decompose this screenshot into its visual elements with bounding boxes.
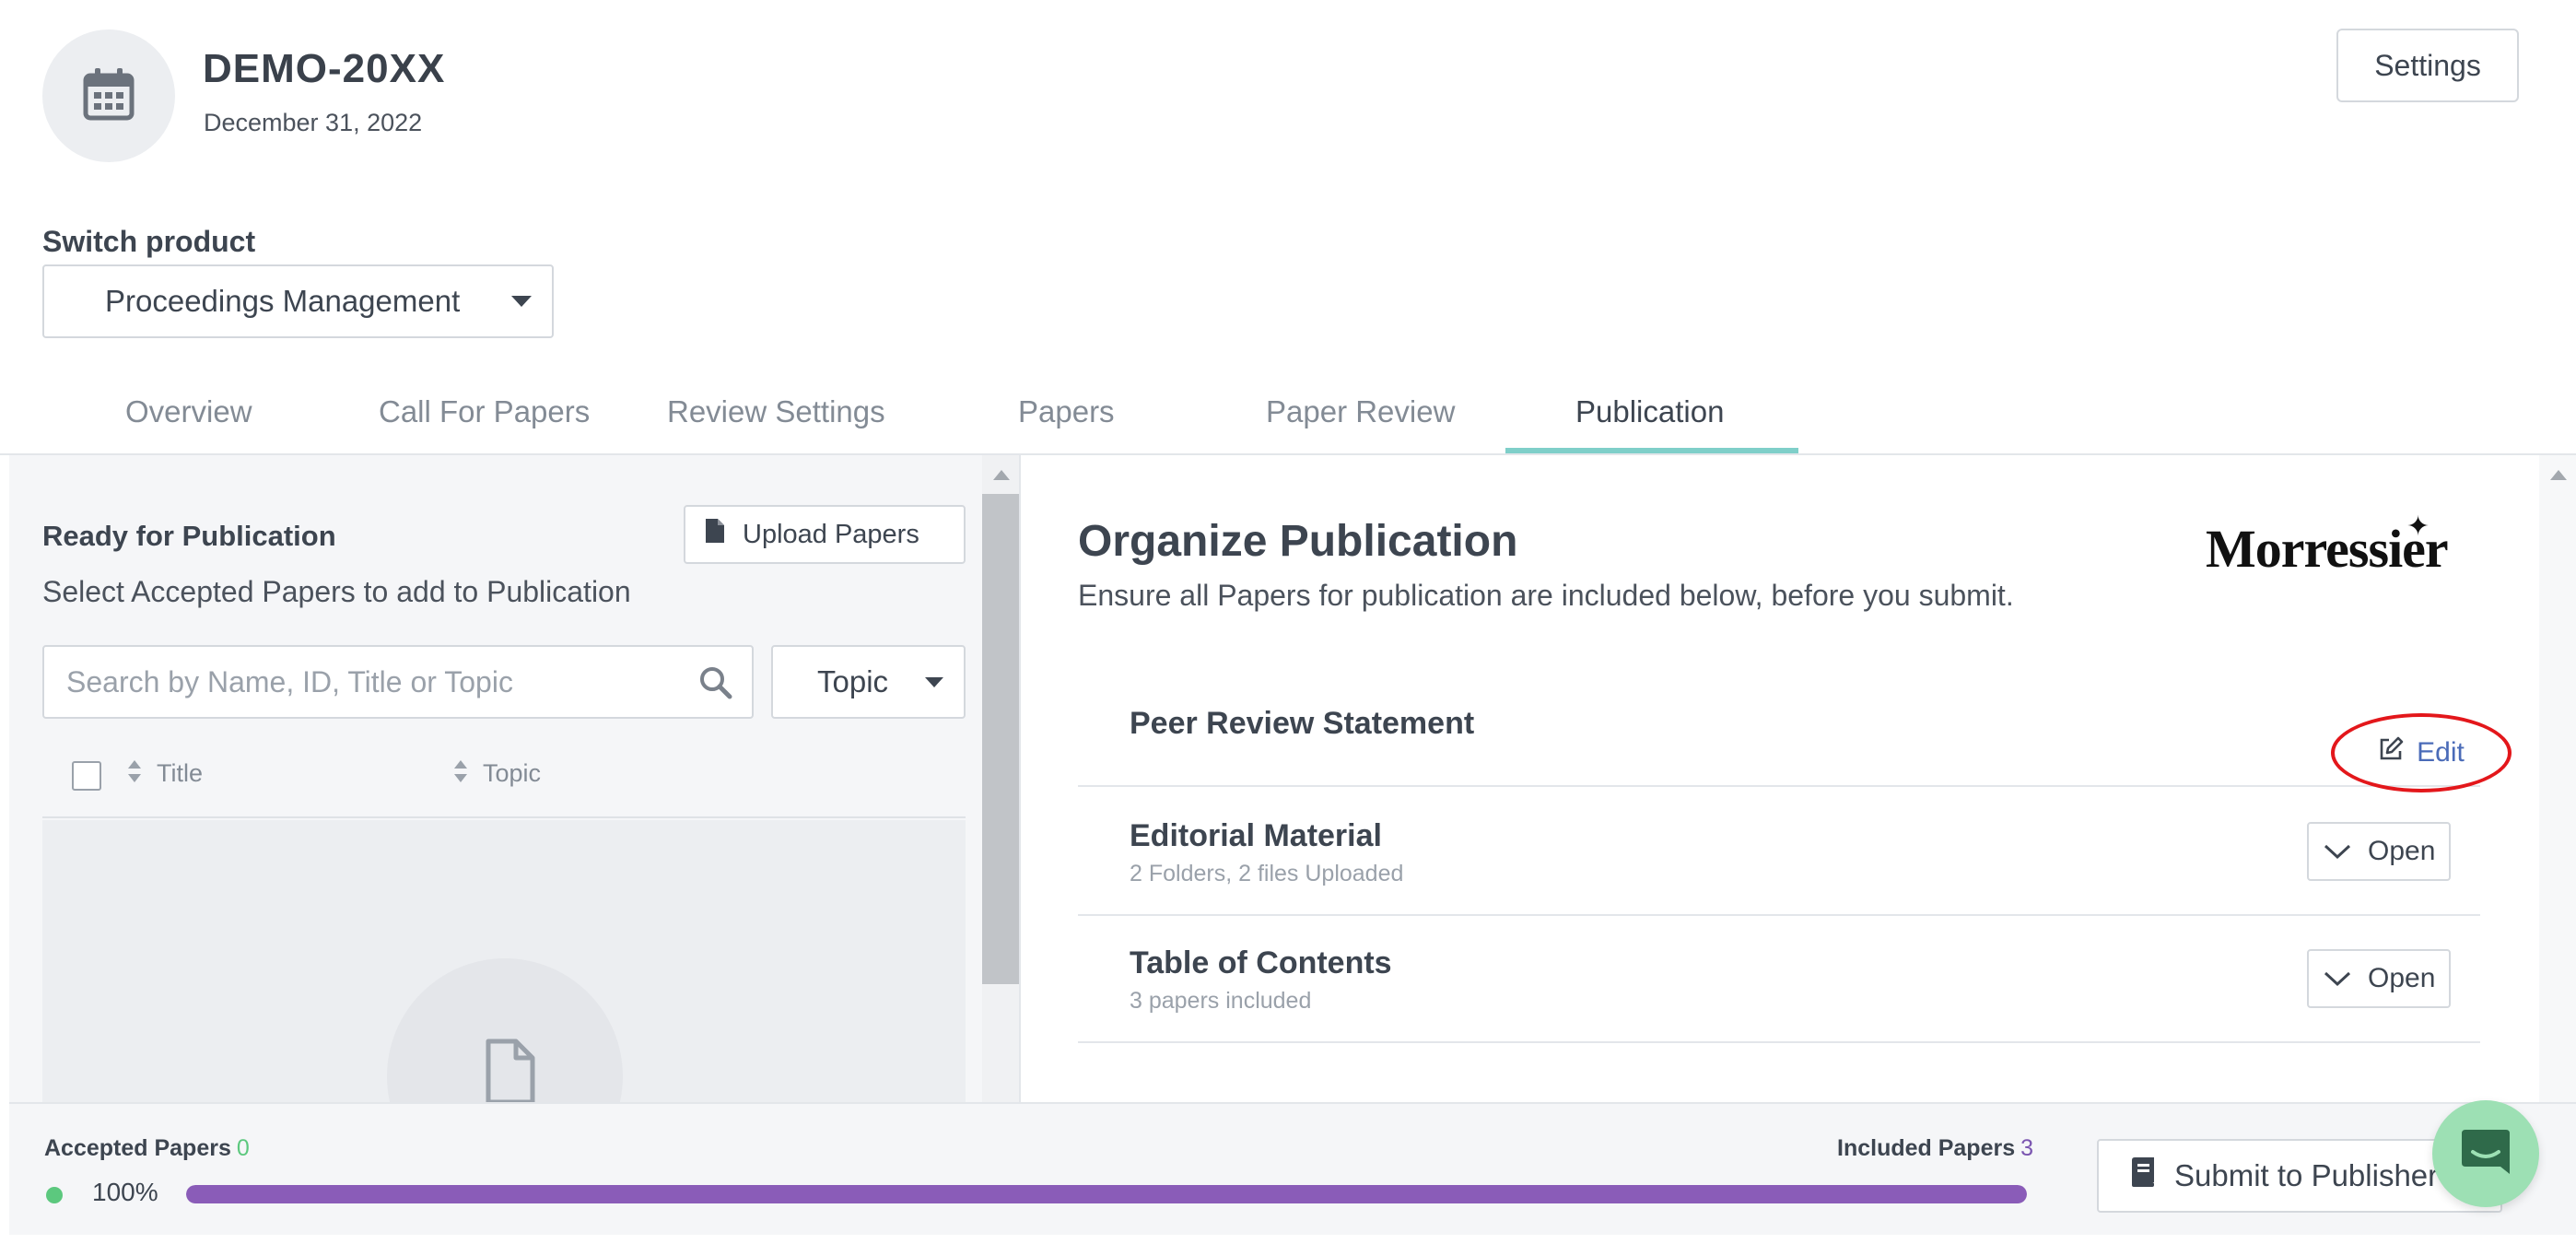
calendar-icon bbox=[83, 66, 135, 126]
select-all-checkbox[interactable] bbox=[72, 761, 101, 791]
sort-icon[interactable] bbox=[127, 759, 142, 783]
tab-publication[interactable]: Publication bbox=[1575, 394, 1724, 429]
scrollbar-thumb[interactable] bbox=[982, 494, 1019, 984]
accepted-papers-label: Accepted Papers 0 bbox=[44, 1135, 250, 1162]
table-header: Title Topic bbox=[42, 739, 966, 818]
organize-publication-subtitle: Ensure all Papers for publication are in… bbox=[1078, 579, 2014, 612]
page-header: DEMO-20XX December 31, 2022 Settings bbox=[0, 0, 2576, 184]
open-label: Open bbox=[2368, 963, 2436, 993]
panel-divider bbox=[1019, 455, 1021, 1102]
section-meta: 2 Folders, 2 files Uploaded bbox=[1130, 861, 1404, 886]
search-box bbox=[42, 645, 754, 719]
section-row: Editorial Material 2 Folders, 2 files Up… bbox=[1078, 787, 2480, 916]
product-select-value: Proceedings Management bbox=[105, 284, 461, 318]
organize-publication-title: Organize Publication bbox=[1078, 517, 1518, 566]
progress-percent: 100% bbox=[92, 1178, 158, 1206]
active-tab-indicator bbox=[1505, 448, 1798, 453]
included-papers-label: Included Papers 3 bbox=[1837, 1135, 2034, 1162]
tab-paper-review[interactable]: Paper Review bbox=[1266, 394, 1455, 429]
sort-icon[interactable] bbox=[453, 759, 468, 783]
empty-table-body bbox=[42, 820, 966, 1102]
tab-bar: Overview Call For Papers Review Settings… bbox=[0, 378, 2576, 455]
section-row: Table of Contents 3 papers included Open bbox=[1078, 916, 2480, 1043]
event-title: DEMO-20XX bbox=[203, 46, 446, 91]
ready-for-publication-panel: Ready for Publication Select Accepted Pa… bbox=[9, 455, 982, 1102]
progress-bar-fill bbox=[186, 1185, 2027, 1203]
section-title: Editorial Material bbox=[1130, 818, 1382, 853]
open-label: Open bbox=[2368, 836, 2436, 866]
publication-footer: Accepted Papers 0 100% Included Papers 3 S… bbox=[9, 1102, 2576, 1235]
tab-review-settings[interactable]: Review Settings bbox=[667, 394, 885, 429]
edit-button[interactable]: Edit bbox=[2331, 713, 2512, 792]
tab-overview[interactable]: Overview bbox=[125, 394, 252, 429]
progress-bar bbox=[186, 1185, 2027, 1203]
search-icon[interactable] bbox=[698, 665, 733, 700]
section-meta: 3 papers included bbox=[1130, 988, 1312, 1014]
empty-file-icon bbox=[485, 1038, 536, 1102]
caret-down-icon bbox=[511, 296, 532, 307]
tab-papers[interactable]: Papers bbox=[1018, 394, 1115, 429]
caret-down-icon bbox=[925, 677, 943, 687]
product-select[interactable]: Proceedings Management bbox=[42, 264, 554, 338]
event-avatar bbox=[42, 29, 175, 162]
left-panel-scrollbar[interactable] bbox=[982, 455, 1019, 1102]
event-date: December 31, 2022 bbox=[204, 109, 423, 136]
tab-call-for-papers[interactable]: Call For Papers bbox=[379, 394, 590, 429]
edit-label: Edit bbox=[2417, 737, 2465, 768]
topic-filter-select[interactable]: Topic bbox=[771, 645, 966, 719]
column-header-topic[interactable]: Topic bbox=[483, 759, 541, 788]
accepted-papers-count: 0 bbox=[236, 1135, 250, 1161]
file-icon bbox=[704, 517, 726, 552]
section-title: Peer Review Statement bbox=[1130, 706, 1475, 741]
chat-icon bbox=[2460, 1126, 2512, 1182]
submit-label: Submit to Publisher bbox=[2174, 1158, 2439, 1192]
upload-papers-label: Upload Papers bbox=[743, 519, 919, 549]
settings-button[interactable]: Settings bbox=[2336, 29, 2519, 102]
switch-product-label: Switch product bbox=[42, 225, 256, 258]
open-button[interactable]: Open bbox=[2307, 822, 2451, 881]
panel-subtitle: Select Accepted Papers to add to Publica… bbox=[42, 575, 631, 608]
topic-filter-value: Topic bbox=[817, 664, 889, 698]
panel-title: Ready for Publication bbox=[42, 520, 336, 552]
included-papers-text: Included Papers bbox=[1837, 1135, 2016, 1161]
section-row: Peer Review Statement Edit bbox=[1078, 660, 2512, 792]
upload-papers-button[interactable]: Upload Papers bbox=[684, 505, 966, 564]
chevron-down-icon bbox=[2324, 836, 2351, 867]
section-title: Table of Contents bbox=[1130, 945, 1392, 980]
main-panel-scrollbar[interactable] bbox=[2539, 455, 2576, 1102]
open-button[interactable]: Open bbox=[2307, 949, 2451, 1008]
chat-launcher[interactable] bbox=[2432, 1100, 2539, 1207]
logo-star-icon: ✦ bbox=[2406, 511, 2430, 542]
search-input[interactable] bbox=[66, 647, 674, 717]
book-icon bbox=[2130, 1156, 2156, 1195]
status-dot bbox=[46, 1187, 63, 1203]
edit-icon bbox=[2378, 736, 2404, 769]
included-papers-count: 3 bbox=[2020, 1135, 2034, 1161]
accepted-papers-text: Accepted Papers bbox=[44, 1135, 231, 1161]
scroll-up-arrow-icon[interactable] bbox=[993, 470, 1010, 480]
chevron-down-icon bbox=[2324, 963, 2351, 994]
scroll-up-arrow-icon[interactable] bbox=[2550, 470, 2567, 480]
column-header-title[interactable]: Title bbox=[157, 759, 203, 788]
